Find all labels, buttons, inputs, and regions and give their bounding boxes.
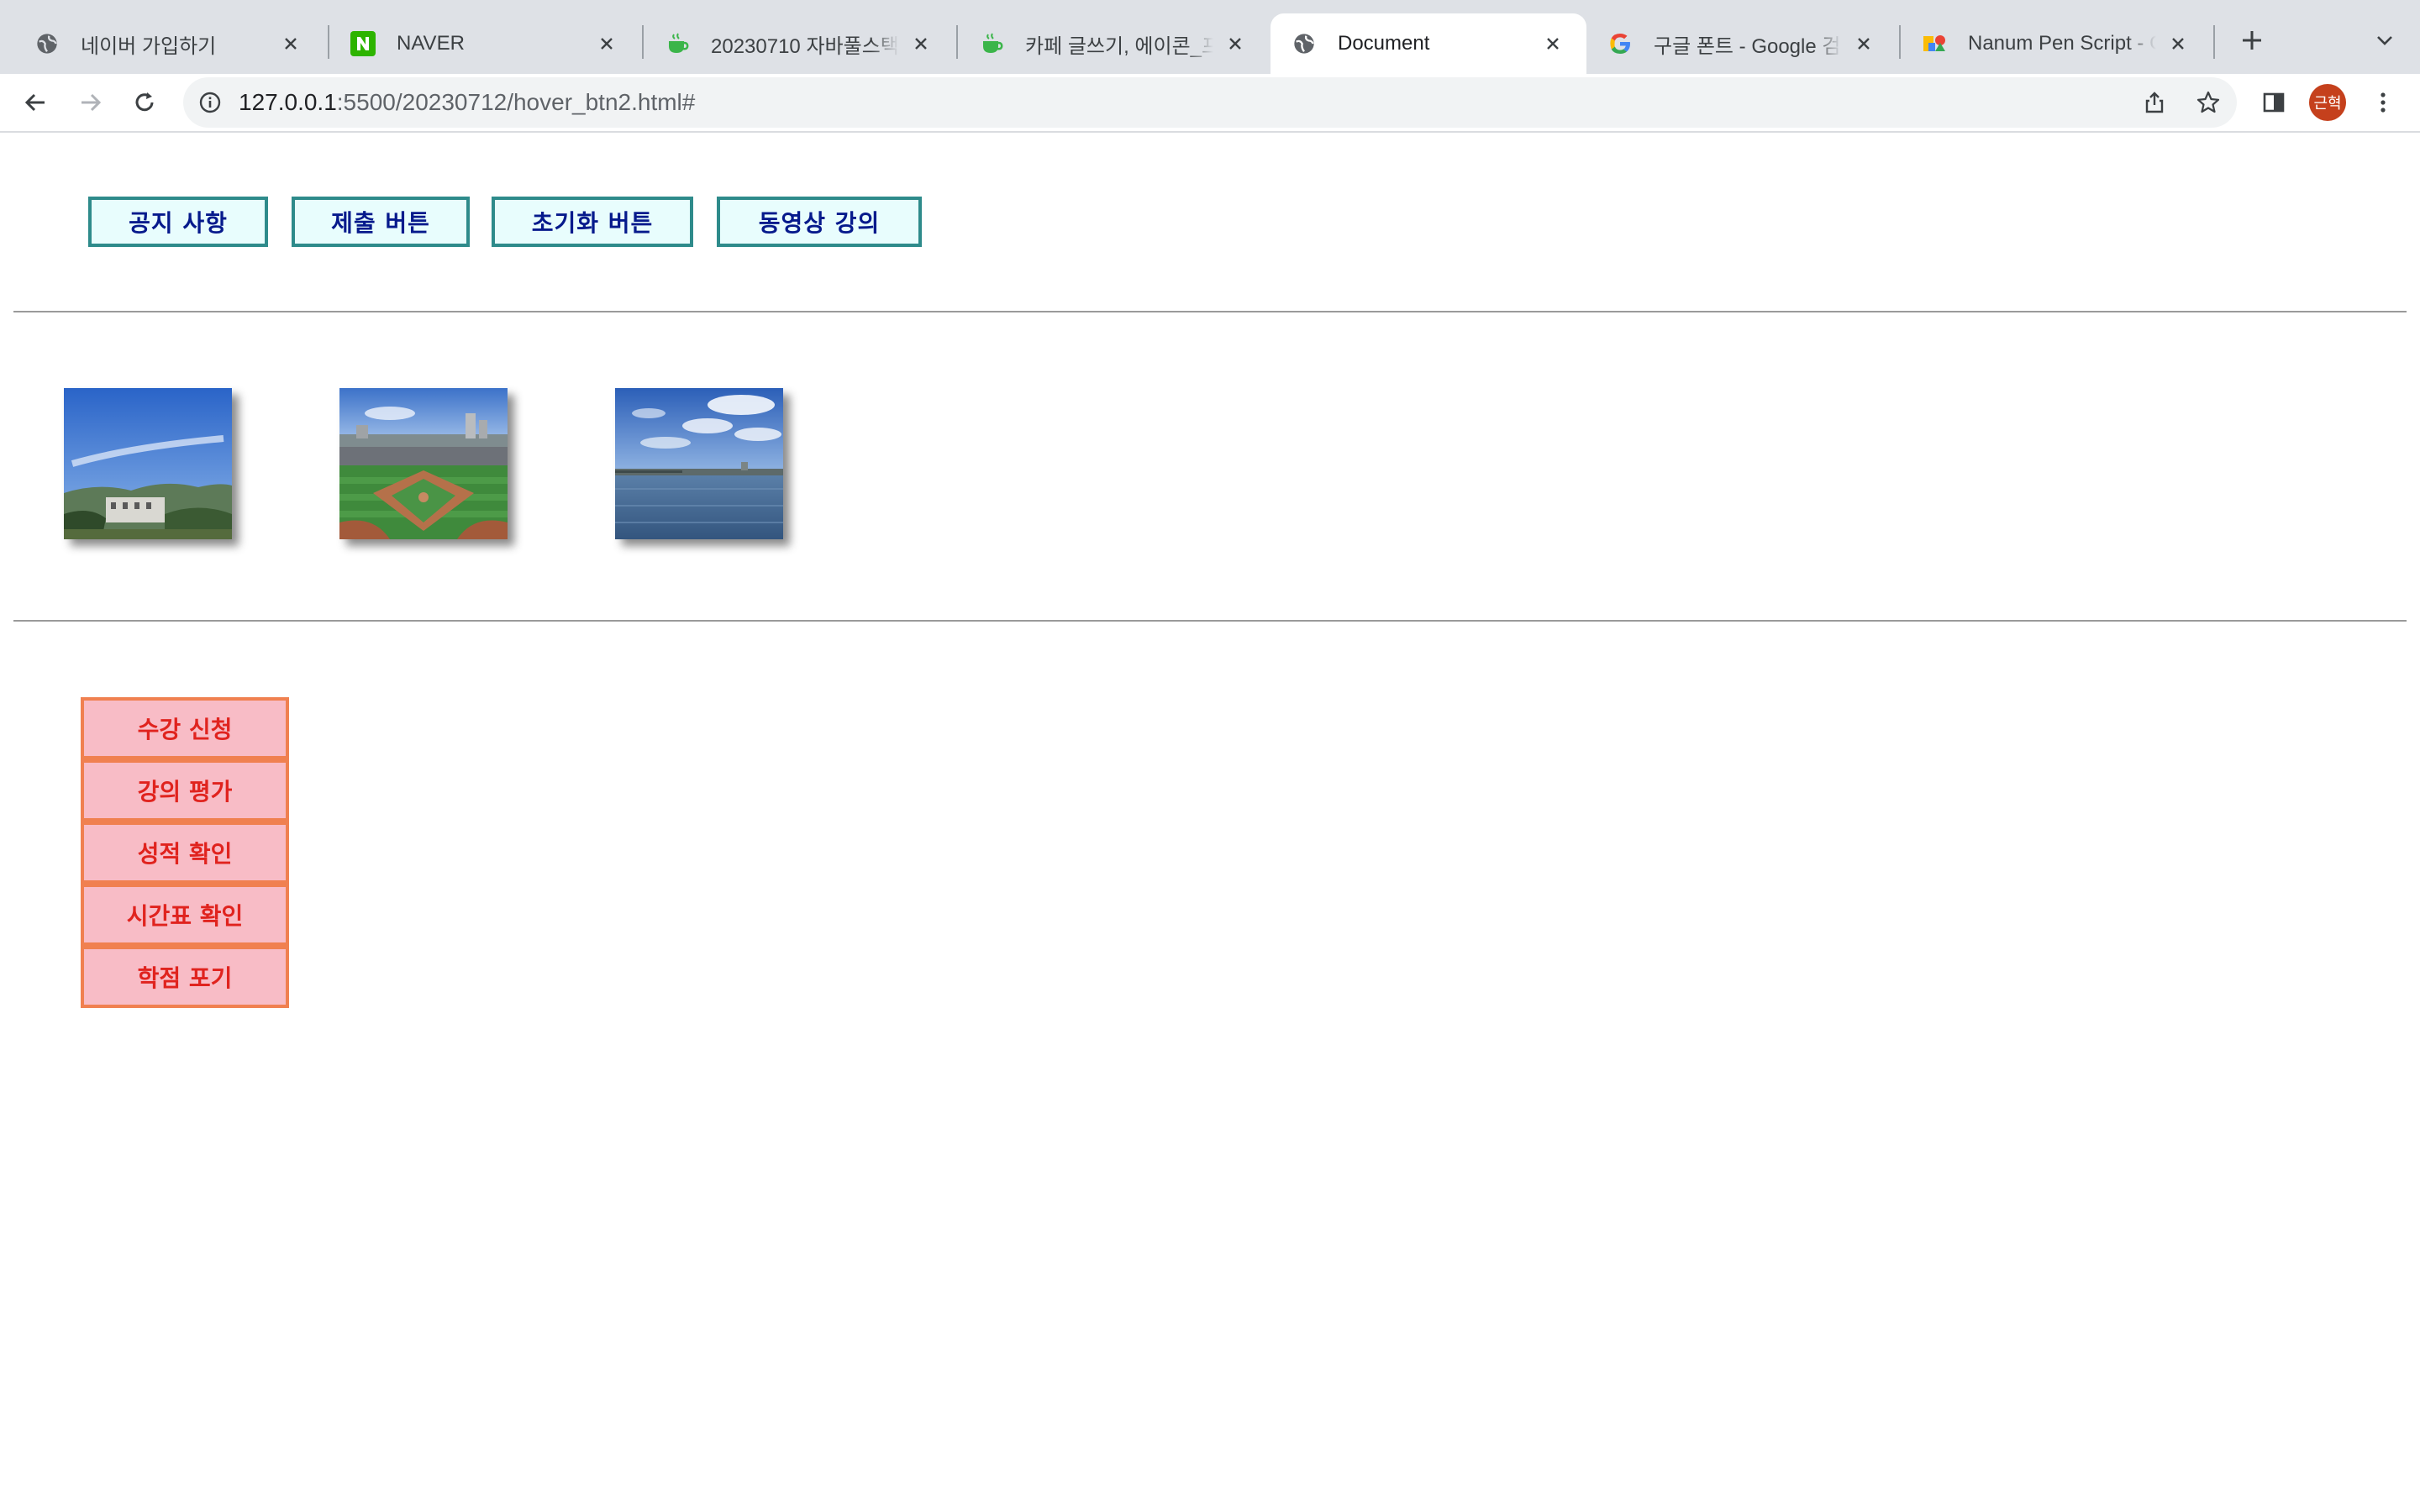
url-path: :5500/20230712/hover_btn2.html# [336,89,696,115]
reset-button[interactable]: 초기화 버튼 [492,197,693,247]
tab-title: 네이버 가입하기 [81,34,217,58]
back-button[interactable] [15,82,55,123]
cafe-icon [664,30,691,57]
tab-title: Nanum Pen Script - G [1968,32,2156,55]
new-tab-button[interactable] [2235,24,2269,57]
bookmark-button[interactable] [2188,82,2228,123]
tab-java-fullstack-cafe[interactable]: 20230710 자바풀스택& [644,13,955,74]
close-icon[interactable] [593,30,620,57]
tab-separator [2213,25,2215,59]
close-icon[interactable] [1850,30,1877,57]
close-icon[interactable] [277,30,304,57]
info-icon[interactable] [195,87,225,118]
tab-naver-signup[interactable]: 네이버 가입하기 [13,13,324,74]
google-icon [1607,30,1634,57]
share-icon [2145,92,2164,113]
menu-item-timetable-check[interactable]: 시간표 확인 [81,884,289,946]
plus-icon [2243,31,2261,50]
close-icon[interactable] [2165,30,2191,57]
tab-google-search[interactable]: 구글 폰트 - Google 검색 [1586,13,1897,74]
side-panel-button[interactable] [2254,82,2294,123]
star-icon [2196,91,2220,113]
browser-toolbar: 127.0.0.1:5500/20230712/hover_btn2.html#… [0,74,2420,133]
campus-sky-photo[interactable] [64,388,232,539]
url-host: 127.0.0.1 [239,89,337,115]
close-icon[interactable] [1222,30,1249,57]
tab-title: 20230710 자바풀스택& [711,34,899,58]
tab-naver[interactable]: NAVER [329,13,640,74]
arrow-right-icon [82,93,102,112]
address-bar[interactable]: 127.0.0.1:5500/20230712/hover_btn2.html# [183,77,2237,128]
menu-item-credit-drop[interactable]: 학점 포기 [81,946,289,1008]
tab-nanum-pen-script[interactable]: Nanum Pen Script - G [1901,13,2212,74]
tab-cafe-write[interactable]: 카페 글쓰기, 에이콘_프론 [958,13,1269,74]
google-fonts-icon [1921,30,1948,57]
baseball-stadium-photo[interactable] [339,388,508,539]
share-button[interactable] [2134,82,2175,123]
menu-button[interactable] [2363,82,2403,123]
profile-avatar[interactable]: 근혁 [2309,84,2346,121]
close-icon[interactable] [908,30,934,57]
divider-top [13,311,2407,312]
globe-icon [1291,30,1318,57]
notice-button[interactable]: 공지 사항 [88,197,268,247]
menu-item-course-registration[interactable]: 수강 신청 [81,697,289,759]
globe-icon [34,30,60,57]
chevron-down-icon [2377,36,2392,45]
tab-title: Document [1338,32,1430,55]
submit-button[interactable]: 제출 버튼 [292,197,470,247]
menu-item-grade-check[interactable]: 성적 확인 [81,822,289,884]
close-icon[interactable] [1539,30,1566,57]
video-lecture-button[interactable]: 동영상 강의 [717,197,922,247]
cafe-icon [978,30,1005,57]
tab-document[interactable]: Document [1270,13,1586,74]
tab-title: 카페 글쓰기, 에이콘_프론 [1025,34,1213,58]
naver-icon [350,30,376,57]
menu-item-course-evaluation[interactable]: 강의 평가 [81,759,289,822]
url-text[interactable]: 127.0.0.1:5500/20230712/hover_btn2.html# [239,77,695,128]
arrow-left-icon [24,93,45,112]
tab-title: NAVER [397,32,465,55]
divider-bottom [13,620,2407,622]
page-content: 공지 사항 제출 버튼 초기화 버튼 동영상 강의 수강 신청 강의 평가 성적… [0,133,2420,1512]
tab-strip: 네이버 가입하기 NAVER 20230710 자바풀스택& 카페 글쓰기, 에… [0,0,2420,74]
tab-search-button[interactable] [2368,24,2402,57]
forward-button[interactable] [71,82,111,123]
river-sky-photo[interactable] [615,388,783,539]
tab-title: 구글 폰트 - Google 검색 [1654,34,1842,58]
reload-icon [135,92,154,112]
reload-button[interactable] [124,82,165,123]
side-panel-icon [2263,92,2285,113]
more-vert-icon [2381,92,2386,113]
